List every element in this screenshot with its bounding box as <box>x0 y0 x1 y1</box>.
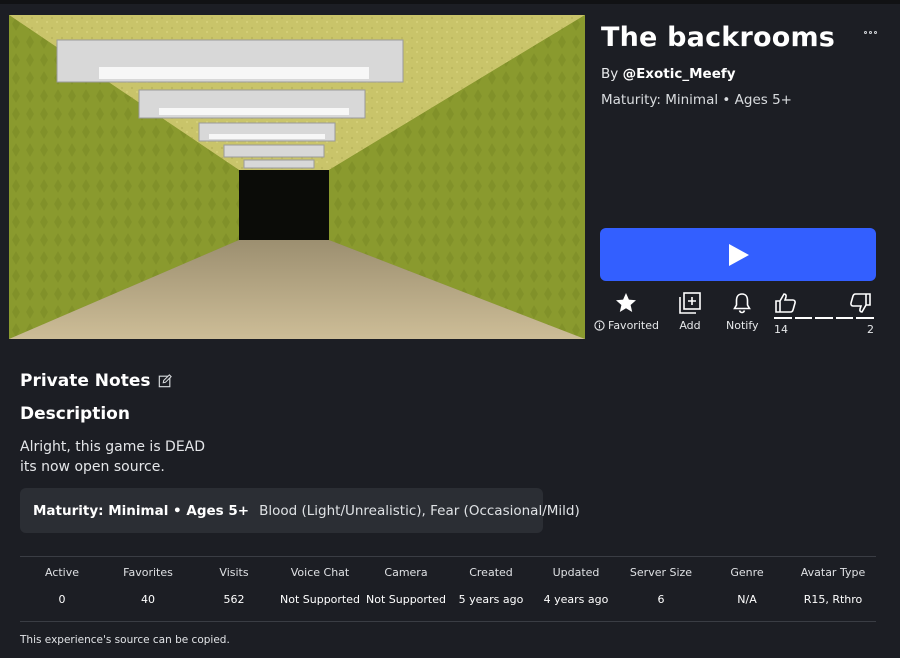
stat-label: Updated <box>552 566 600 579</box>
byline: By @Exotic_Meefy <box>601 66 736 82</box>
stat-label: Genre <box>730 566 764 579</box>
stat-camera: Camera Not Supported <box>364 566 448 606</box>
stat-label: Visits <box>219 566 249 579</box>
notify-label: Notify <box>726 319 759 332</box>
maturity-descriptors: Blood (Light/Unrealistic), Fear (Occasio… <box>259 502 580 519</box>
stat-value: 40 <box>141 593 155 606</box>
stat-label: Camera <box>384 566 428 579</box>
star-icon <box>616 293 637 312</box>
stat-avatar-type: Avatar Type R15, Rthro <box>791 566 875 606</box>
private-notes-heading: Private Notes <box>20 371 173 391</box>
stat-label: Voice Chat <box>290 566 350 579</box>
more-icon <box>864 30 867 34</box>
stat-server-size: Server Size 6 <box>623 566 699 606</box>
stat-label: Avatar Type <box>800 566 866 579</box>
info-icon <box>594 320 605 331</box>
add-label: Add <box>679 319 701 332</box>
upvote-button[interactable] <box>774 291 798 319</box>
stat-value: 562 <box>223 593 245 606</box>
downvote-count: 2 <box>867 323 874 336</box>
stat-label: Active <box>44 566 80 579</box>
play-button[interactable] <box>600 228 876 281</box>
by-prefix: By <box>601 66 619 82</box>
maturity-rating: Maturity: Minimal • Ages 5+ <box>601 92 792 108</box>
game-thumbnail[interactable] <box>9 15 585 339</box>
top-strip <box>0 0 900 4</box>
stat-genre: Genre N/A <box>717 566 777 606</box>
description-text: Alright, this game is DEAD its now open … <box>20 437 205 477</box>
more-icon <box>874 30 877 34</box>
private-notes-label: Private Notes <box>20 371 151 391</box>
stat-value: R15, Rthro <box>803 593 863 606</box>
stat-label: Created <box>469 566 513 579</box>
game-title: The backrooms <box>601 22 836 53</box>
stat-value: 5 years ago <box>458 593 524 606</box>
stat-value: Not Supported <box>279 593 360 606</box>
stat-voice-chat: Voice Chat Not Supported <box>278 566 362 606</box>
stat-value: 4 years ago <box>543 593 609 606</box>
add-icon <box>679 292 701 314</box>
downvote-button[interactable] <box>848 291 872 319</box>
source-copy-note: This experience's source can be copied. <box>20 634 230 646</box>
stat-value: 6 <box>657 593 665 606</box>
edit-icon[interactable] <box>158 374 173 388</box>
description-line: its now open source. <box>20 459 165 475</box>
stat-updated: Updated 4 years ago <box>538 566 614 606</box>
stat-value: Not Supported <box>365 593 446 606</box>
vote-ratio-bar <box>774 317 874 319</box>
description-heading: Description <box>20 404 130 424</box>
creator-link[interactable]: @Exotic_Meefy <box>623 66 736 82</box>
stat-favorites: Favorites 40 <box>116 566 180 606</box>
stat-value: N/A <box>737 593 757 606</box>
stat-label: Server Size <box>629 566 693 579</box>
stat-value: 0 <box>58 593 66 606</box>
thumbs-down-icon <box>850 293 871 313</box>
play-icon <box>729 243 749 266</box>
maturity-panel-label: Maturity: Minimal • Ages 5+ <box>33 502 250 519</box>
stats-divider-bottom <box>20 621 876 622</box>
thumbnail-image <box>9 15 585 339</box>
notify-button[interactable]: Notify <box>726 291 759 332</box>
more-options-button[interactable] <box>864 26 884 38</box>
stats-divider-top <box>20 556 876 557</box>
stat-active: Active 0 <box>30 566 94 606</box>
favorite-button[interactable]: Favorited <box>594 291 659 332</box>
description-line: Alright, this game is DEAD <box>20 439 206 455</box>
upvote-count: 14 <box>774 323 788 336</box>
maturity-panel: Maturity: Minimal • Ages 5+ Blood (Light… <box>20 488 580 533</box>
bell-icon <box>733 293 752 314</box>
more-icon <box>869 30 872 34</box>
stat-label: Favorites <box>123 566 173 579</box>
thumbs-up-icon <box>775 293 796 313</box>
stat-created: Created 5 years ago <box>453 566 529 606</box>
favorite-label: Favorited <box>608 319 659 332</box>
stat-visits: Visits 562 <box>202 566 266 606</box>
add-button[interactable]: Add <box>678 291 702 332</box>
